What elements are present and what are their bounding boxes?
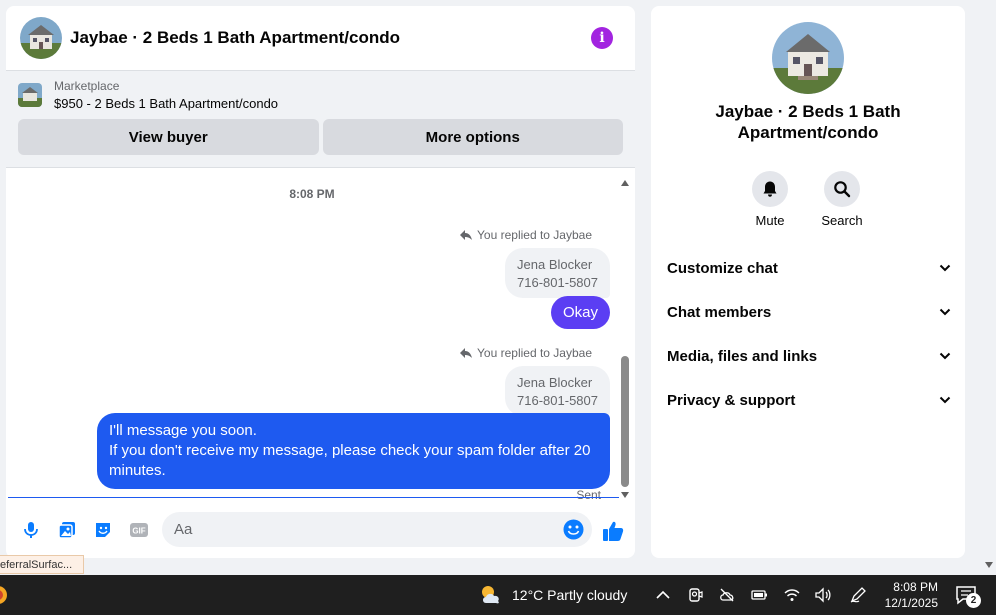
message-text: minutes. (109, 462, 166, 479)
conversation-avatar[interactable] (20, 17, 62, 59)
quoted-line: Jena Blocker (517, 375, 593, 390)
scroll-down-arrow[interactable] (621, 492, 629, 498)
section-media-files-links[interactable]: Media, files and links (667, 344, 951, 368)
gif-icon: GIF (130, 523, 148, 537)
listing-thumbnail[interactable] (18, 83, 42, 107)
photo-icon (58, 522, 75, 539)
quoted-message[interactable]: Jena Blocker 716-801-5807 (505, 366, 610, 416)
section-chat-members[interactable]: Chat members (667, 300, 951, 324)
search-label: Search (821, 213, 863, 228)
replied-indicator: You replied to Jaybae (459, 228, 592, 242)
quoted-line: 716-801-5807 (517, 393, 598, 408)
conversation-info-panel: Jaybae · 2 Beds 1 Bath Apartment/condo M… (651, 6, 965, 558)
camera-icon (689, 588, 703, 602)
section-label: Chat members (667, 303, 772, 321)
marketplace-banner: Marketplace $950 - 2 Beds 1 Bath Apartme… (6, 71, 635, 168)
notification-badge: 2 (966, 593, 981, 608)
message-text: I'll message you soon. (109, 422, 257, 439)
tray-pen[interactable] (849, 586, 867, 604)
tray-volume[interactable] (814, 586, 832, 604)
composer: GIF (6, 506, 635, 554)
message-text: If you don't receive my message, please … (109, 442, 591, 459)
message-list[interactable]: 8:08 PM You replied to Jaybae Jena Block… (6, 174, 635, 502)
section-label: Media, files and links (667, 347, 818, 365)
profile-avatar[interactable] (772, 22, 844, 94)
gif-button[interactable]: GIF (126, 517, 152, 543)
composer-divider (8, 497, 619, 498)
speaker-icon (815, 587, 831, 603)
view-buyer-button[interactable]: View buyer (18, 119, 319, 155)
tray-camera[interactable] (686, 586, 704, 604)
pen-icon (850, 587, 866, 603)
replied-label: You replied to Jaybae (477, 228, 592, 242)
sticker-button[interactable] (90, 517, 116, 543)
search-button[interactable]: Search (812, 171, 872, 228)
clock-time: 8:08 PM (893, 580, 938, 594)
svg-text:GIF: GIF (132, 527, 145, 536)
section-privacy-support[interactable]: Privacy & support (667, 388, 951, 412)
quoted-line: 716-801-5807 (517, 275, 598, 290)
sent-status: Sent (576, 488, 601, 502)
system-clock[interactable]: 8:08 PM 12/1/2025 (878, 579, 938, 611)
chevron-down-icon (939, 264, 951, 272)
message-input-wrapper (162, 512, 592, 547)
attach-photo-button[interactable] (54, 517, 80, 543)
message-bubble[interactable]: I'll message you soon. If you don't rece… (97, 413, 610, 489)
clock-date: 12/1/2025 (884, 596, 938, 610)
chevron-down-icon (939, 308, 951, 316)
battery-icon (751, 590, 767, 600)
notifications-button[interactable]: 2 (955, 585, 981, 608)
quoted-line: Jena Blocker (517, 257, 593, 272)
mute-label: Mute (755, 213, 785, 228)
replied-indicator: You replied to Jaybae (459, 346, 592, 360)
message-input[interactable] (174, 521, 592, 538)
section-label: Customize chat (667, 259, 778, 277)
quoted-message[interactable]: Jena Blocker 716-801-5807 (505, 248, 610, 298)
emoji-icon[interactable] (563, 519, 584, 540)
section-customize-chat[interactable]: Customize chat (667, 256, 951, 280)
weather-widget[interactable]: 12°C Partly cloudy (478, 583, 627, 607)
replied-label: You replied to Jaybae (477, 346, 592, 360)
tray-network[interactable] (783, 586, 801, 604)
page-scroll-down-arrow[interactable] (985, 562, 993, 568)
search-icon (834, 181, 851, 198)
cloud-off-icon (720, 588, 734, 602)
chevron-down-icon (939, 396, 951, 404)
reply-icon (460, 348, 473, 358)
marketplace-label: Marketplace (54, 79, 120, 93)
profile-name: Jaybae · 2 Beds 1 Bath Apartment/condo (715, 102, 901, 142)
scroll-up-arrow[interactable] (621, 180, 629, 186)
chevron-up-icon (656, 590, 670, 599)
scroll-thumb[interactable] (621, 356, 629, 487)
message-text: Okay (562, 304, 598, 321)
status-tooltip: eferralSurfac... (0, 555, 84, 574)
taskbar: 12°C Partly cloudy 8:08 PM 12/1/2025 2 (0, 575, 996, 615)
tray-onedrive[interactable] (718, 586, 736, 604)
more-options-button[interactable]: More options (322, 119, 623, 155)
thumbs-up-icon[interactable] (602, 520, 624, 542)
message-bubble[interactable]: Okay (550, 296, 610, 329)
timestamp-separator: 8:08 PM (289, 187, 335, 201)
message-scrollbar[interactable] (620, 178, 630, 498)
voice-clip-button[interactable] (18, 517, 44, 543)
conversation-title[interactable]: Jaybae · 2 Beds 1 Bath Apartment/condo (70, 28, 591, 48)
info-icon[interactable]: i (591, 27, 613, 49)
show-hidden-icons[interactable] (654, 586, 672, 604)
tray-battery[interactable] (750, 586, 768, 604)
app-icon[interactable] (0, 585, 10, 605)
microphone-icon (24, 522, 38, 538)
reply-icon (460, 230, 473, 240)
sticker-icon (96, 523, 110, 537)
wifi-icon (784, 589, 800, 601)
partly-cloudy-icon (482, 586, 499, 604)
section-label: Privacy & support (667, 391, 796, 409)
listing-title[interactable]: $950 - 2 Beds 1 Bath Apartment/condo (54, 96, 278, 111)
chat-header: Jaybae · 2 Beds 1 Bath Apartment/condo i (6, 6, 635, 71)
mute-button[interactable]: Mute (740, 171, 800, 228)
weather-text: 12°C Partly cloudy (512, 587, 628, 603)
chat-panel: Jaybae · 2 Beds 1 Bath Apartment/condo i… (6, 6, 635, 558)
bell-icon (763, 181, 777, 197)
chevron-down-icon (939, 352, 951, 360)
